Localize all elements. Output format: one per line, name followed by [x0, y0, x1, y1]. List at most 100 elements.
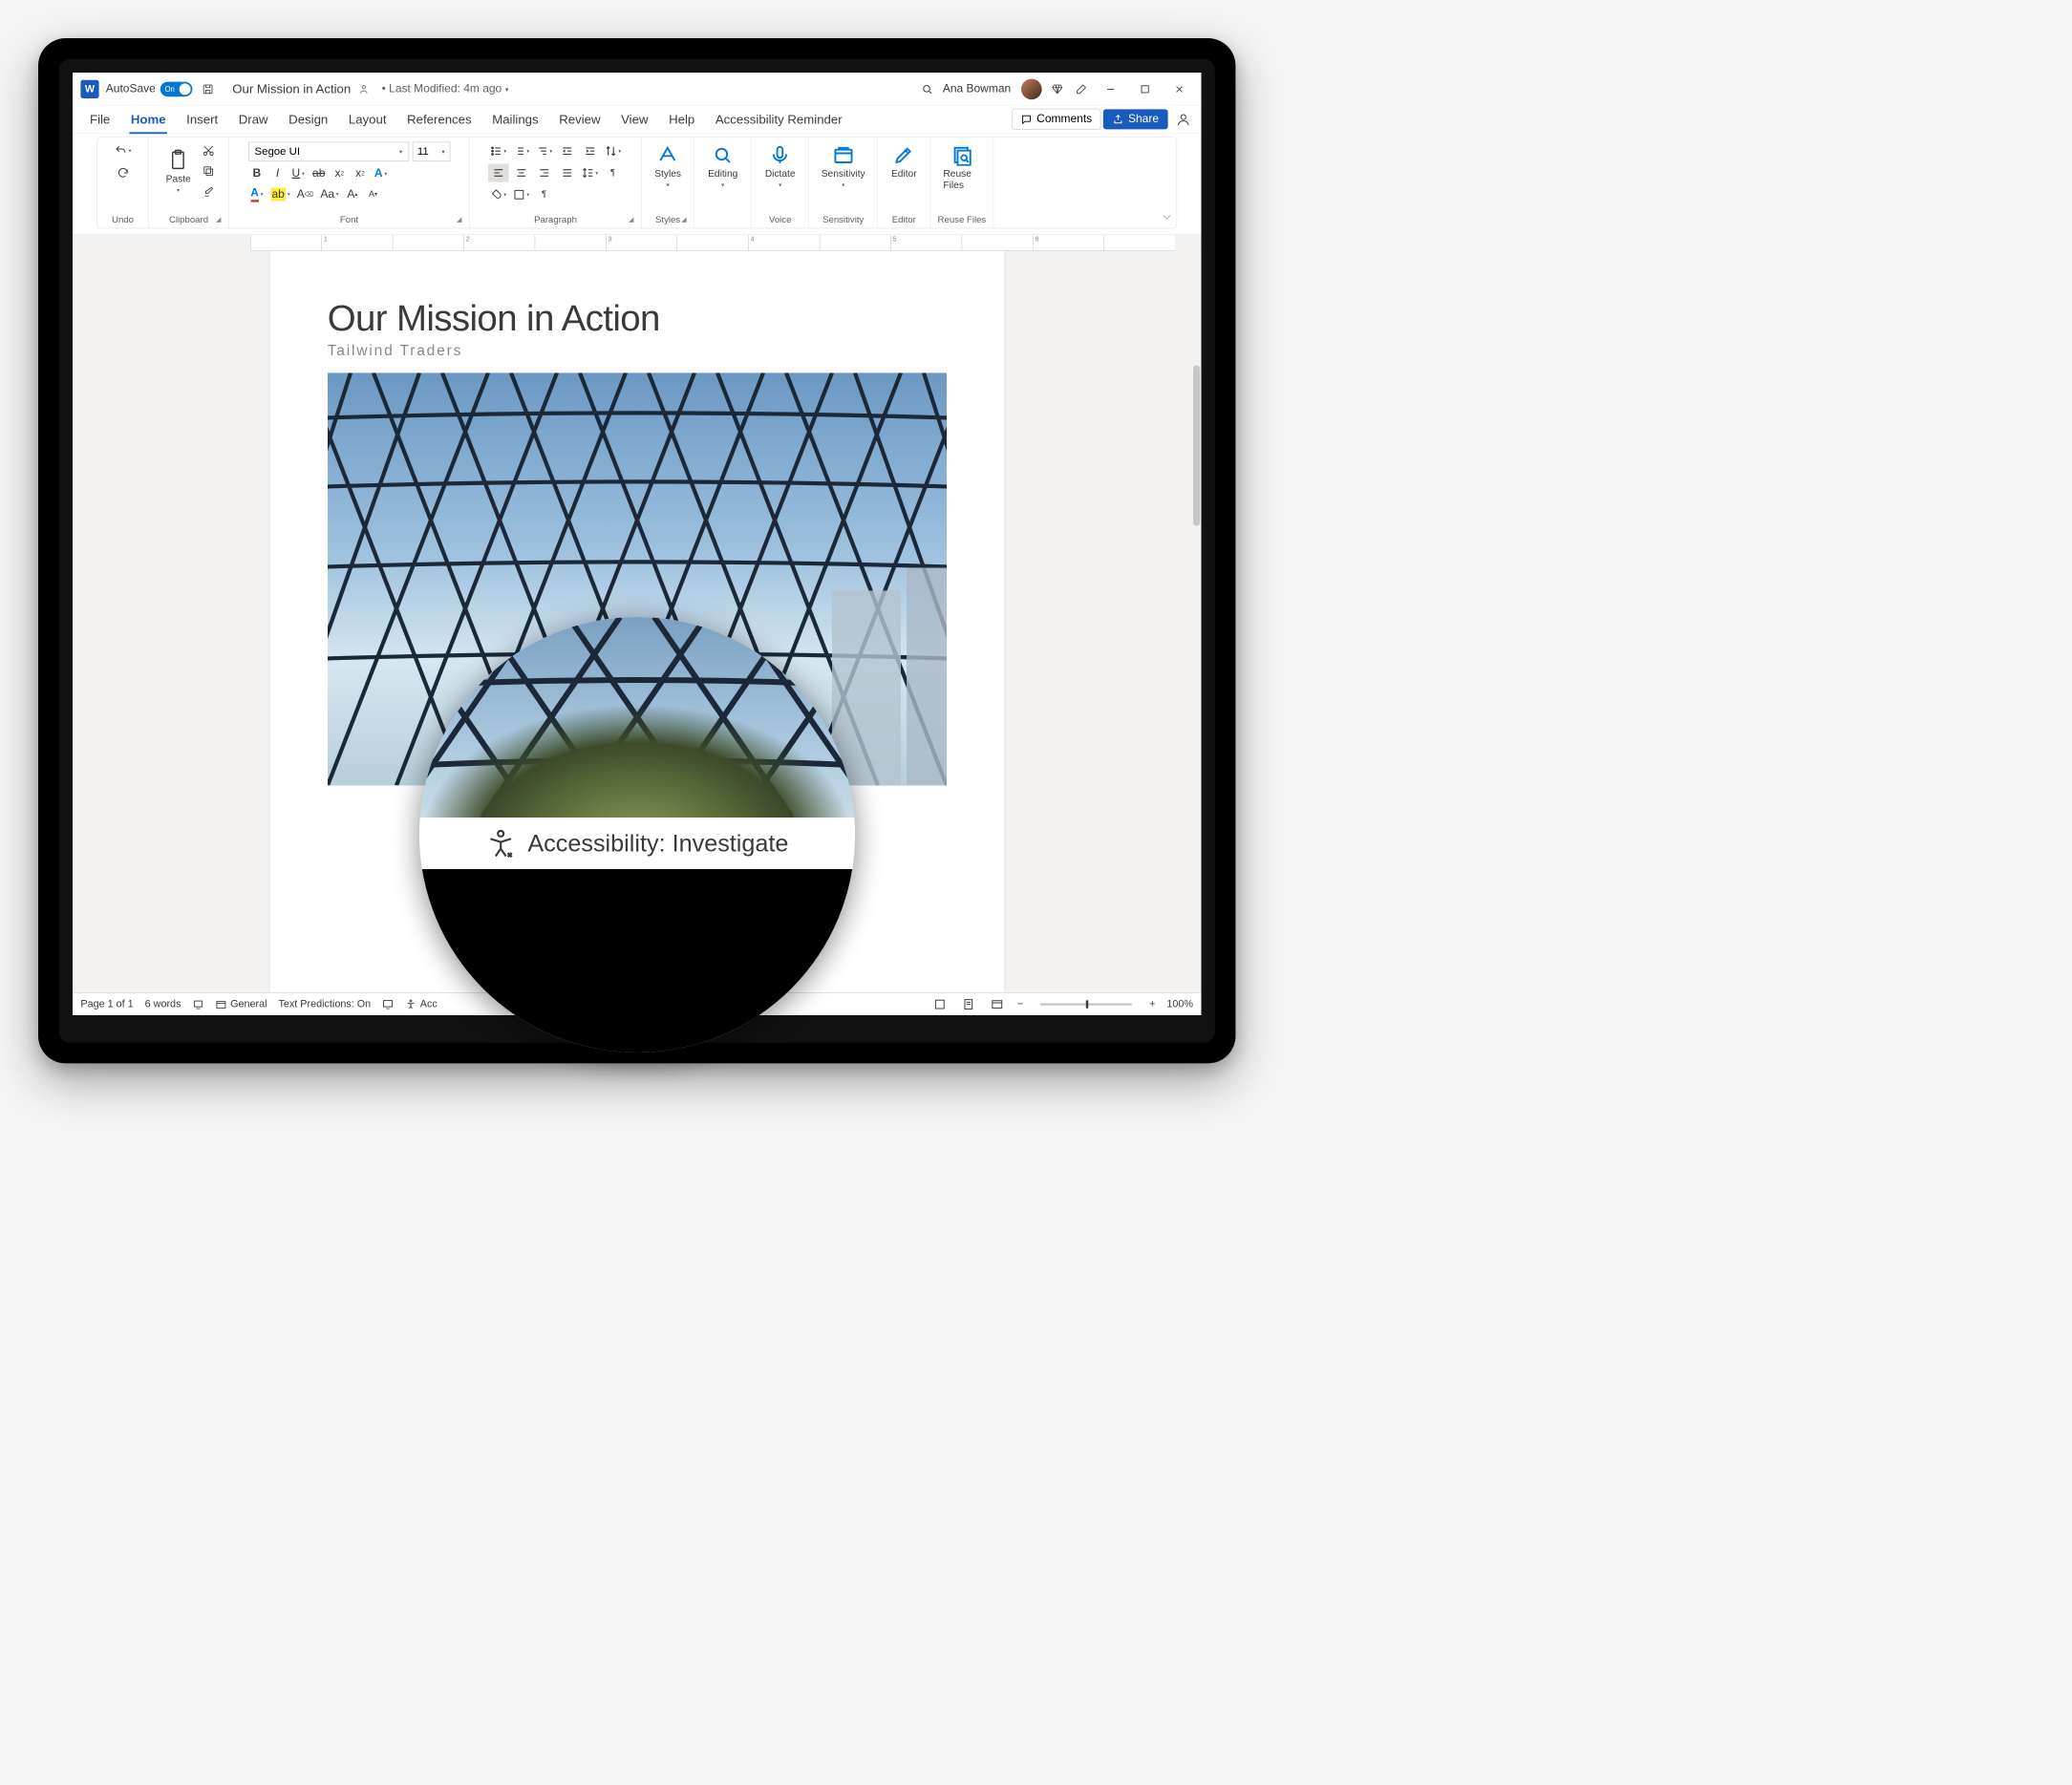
editing-button[interactable]: Editing▾ [702, 142, 743, 191]
minimize-button[interactable] [1097, 77, 1124, 100]
group-label-voice: Voice [769, 215, 791, 225]
styles-dialog-launcher[interactable]: ◢ [681, 215, 691, 224]
document-title[interactable]: Our Mission in Action [232, 81, 351, 96]
multilevel-list-button[interactable] [534, 142, 555, 160]
zoom-out-button[interactable]: − [1017, 998, 1023, 1010]
sort-button[interactable] [603, 142, 624, 160]
align-right-button[interactable] [534, 163, 555, 181]
group-font: Segoe UI▾ 11▾ B I U ab x2 x2 A A ab A⌫ A… [229, 138, 470, 228]
document-heading[interactable]: Our Mission in Action [328, 297, 947, 339]
tab-help[interactable]: Help [659, 107, 703, 131]
bold-button[interactable]: B [248, 165, 266, 182]
eraser-icon[interactable] [1073, 80, 1090, 97]
zoom-slider[interactable] [1040, 1003, 1132, 1005]
collapse-ribbon-button[interactable]: ⌵ [1163, 210, 1170, 223]
avatar[interactable] [1021, 78, 1042, 99]
page-count[interactable]: Page 1 of 1 [80, 998, 133, 1010]
document-subheading[interactable]: Tailwind Traders [328, 341, 947, 359]
styles-button[interactable]: Styles▾ [649, 142, 687, 191]
font-size-select[interactable]: 11▾ [413, 142, 451, 161]
last-modified[interactable]: • Last Modified: 4m ago▾ [382, 82, 509, 96]
shared-with-icon[interactable] [357, 83, 370, 96]
group-styles: Styles▾ Styles ◢ [642, 138, 694, 228]
paste-button[interactable]: Paste▾ [160, 142, 197, 201]
group-reuse: Reuse Files Reuse Files [930, 138, 993, 228]
clear-formatting-button[interactable]: A⌫ [295, 185, 315, 202]
display-settings-icon[interactable] [382, 998, 394, 1009]
toggle-switch-on[interactable]: On [160, 81, 193, 96]
tab-review[interactable]: Review [550, 107, 609, 131]
redo-button[interactable] [115, 163, 132, 181]
zoom-level[interactable]: 100% [1166, 998, 1193, 1010]
dictate-button[interactable]: Dictate▾ [759, 142, 801, 191]
autosave-toggle[interactable]: AutoSave On [106, 81, 192, 96]
group-paragraph: ¶ ¶ Paragraph ◢ [470, 138, 642, 228]
strikethrough-button[interactable]: ab [310, 165, 328, 182]
line-spacing-button[interactable] [580, 163, 601, 181]
font-color-button[interactable]: A [248, 185, 266, 202]
font-dialog-launcher[interactable]: ◢ [457, 215, 466, 224]
align-left-button[interactable] [488, 163, 509, 181]
paragraph-marks-button[interactable]: ¶ [534, 185, 555, 203]
vertical-scrollbar[interactable] [1188, 251, 1201, 992]
print-layout-view-icon[interactable] [960, 995, 977, 1012]
share-button[interactable]: Share [1103, 109, 1168, 129]
tab-home[interactable]: Home [121, 107, 175, 131]
highlight-button[interactable]: ab [269, 185, 292, 202]
reuse-files-button[interactable]: Reuse Files [937, 142, 986, 194]
tab-layout[interactable]: Layout [339, 107, 395, 131]
editor-button[interactable]: Editor [886, 142, 923, 182]
zoom-in-button[interactable]: + [1149, 998, 1155, 1010]
tab-insert[interactable]: Insert [178, 107, 227, 131]
font-name-select[interactable]: Segoe UI▾ [248, 142, 409, 161]
group-sensitivity: Sensitivity▾ Sensitivity [809, 138, 878, 228]
change-case-button[interactable]: Aa [319, 185, 341, 202]
underline-button[interactable]: U [289, 165, 307, 182]
scrollbar-thumb[interactable] [1193, 366, 1200, 526]
align-center-button[interactable] [511, 163, 532, 181]
text-effects-button[interactable]: A [373, 165, 390, 182]
tab-design[interactable]: Design [280, 107, 337, 131]
sensitivity-button[interactable]: Sensitivity▾ [816, 142, 871, 191]
format-painter-button[interactable] [200, 183, 217, 201]
diamond-premium-icon[interactable] [1049, 80, 1066, 97]
shading-button[interactable] [488, 185, 509, 203]
shrink-font-button[interactable]: A▾ [365, 185, 382, 202]
grow-font-button[interactable]: A▴ [344, 185, 361, 202]
user-account[interactable]: Ana Bowman [943, 78, 1042, 99]
justify-button[interactable] [557, 163, 578, 181]
sensitivity-status[interactable]: General [215, 998, 267, 1010]
paragraph-dialog-launcher[interactable]: ◢ [629, 215, 638, 224]
horizontal-ruler[interactable]: 123456 [250, 235, 1175, 251]
tab-view[interactable]: View [612, 107, 658, 131]
account-manager-icon[interactable] [1174, 110, 1193, 129]
tab-file[interactable]: File [80, 107, 118, 131]
copy-button[interactable] [200, 162, 217, 180]
save-icon[interactable] [199, 80, 216, 97]
text-predictions[interactable]: Text Predictions: On [278, 998, 371, 1010]
increase-indent-button[interactable] [580, 142, 601, 160]
focus-view-icon[interactable] [931, 995, 949, 1012]
tab-accessibility-reminder[interactable]: Accessibility Reminder [706, 107, 851, 131]
decrease-indent-button[interactable] [557, 142, 578, 160]
numbering-button[interactable] [511, 142, 532, 160]
word-count[interactable]: 6 words [145, 998, 182, 1010]
tab-references[interactable]: References [398, 107, 481, 131]
tab-draw[interactable]: Draw [229, 107, 277, 131]
tab-mailings[interactable]: Mailings [483, 107, 548, 131]
show-marks-button[interactable]: ¶ [603, 163, 624, 181]
comments-button[interactable]: Comments [1012, 109, 1100, 130]
bullets-button[interactable] [488, 142, 509, 160]
maximize-button[interactable] [1131, 77, 1159, 100]
search-icon[interactable] [919, 80, 936, 97]
subscript-button[interactable]: x2 [331, 165, 348, 182]
superscript-button[interactable]: x2 [352, 165, 369, 182]
web-layout-view-icon[interactable] [989, 995, 1006, 1012]
cut-button[interactable] [200, 142, 217, 159]
clipboard-dialog-launcher[interactable]: ◢ [216, 215, 225, 224]
close-button[interactable] [1165, 77, 1193, 100]
focus-mode-icon[interactable] [192, 998, 203, 1009]
borders-button[interactable] [511, 185, 532, 203]
undo-button[interactable] [113, 142, 133, 159]
italic-button[interactable]: I [269, 165, 287, 182]
